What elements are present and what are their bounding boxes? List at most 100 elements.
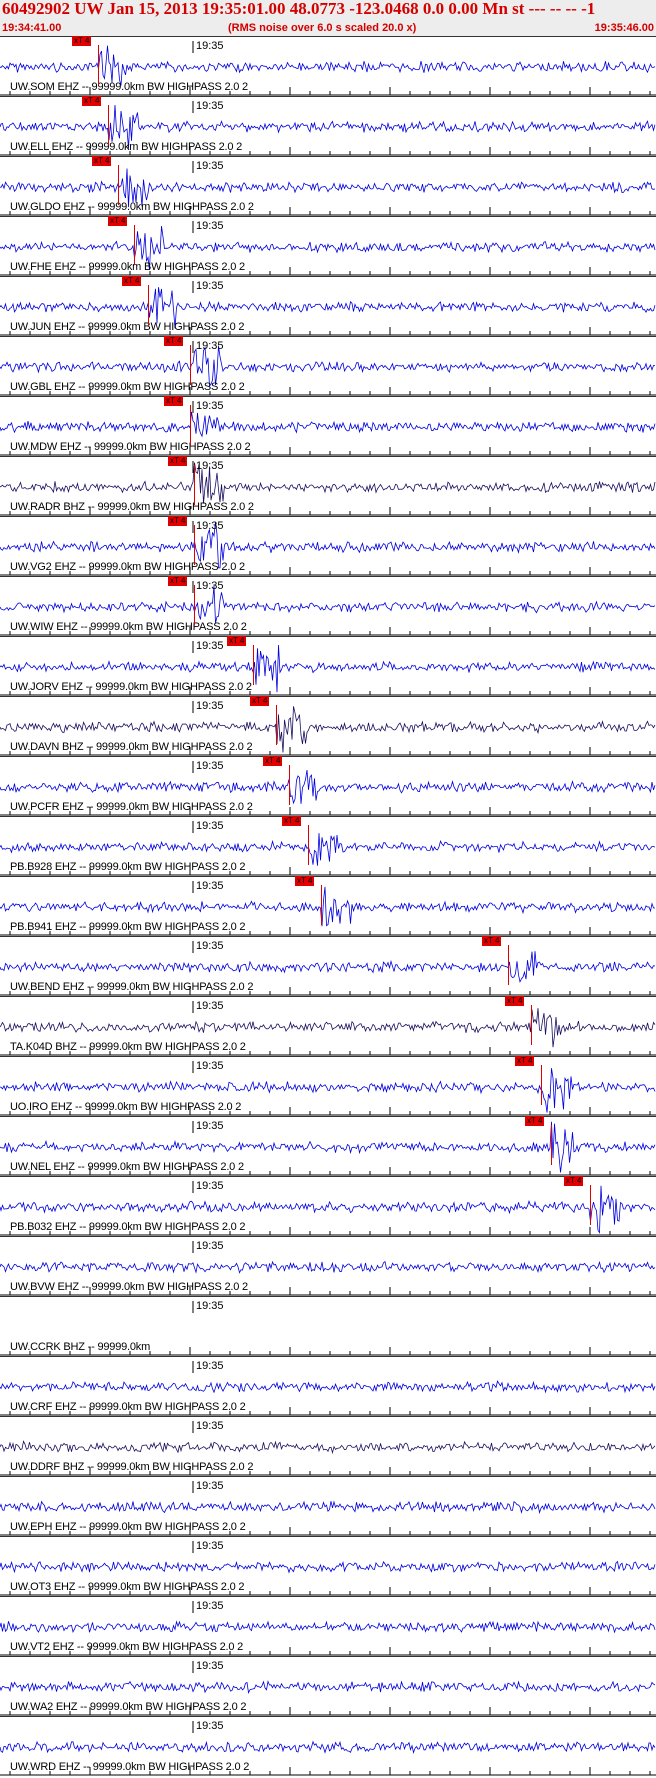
trace-panel: 19:35 UW.BEND EHZ -- 99999.0km BW HIGHPAS… — [0, 936, 656, 996]
trace-panel: 19:35 PB.B941 EHZ -- 99999.0km BW HIGHPAS… — [0, 876, 656, 936]
phase-pick-flag[interactable]: xT 4 — [263, 756, 283, 766]
trace-panel: 19:35 UW.PCFR EHZ -- 99999.0km BW HIGHPAS… — [0, 756, 656, 816]
rms-note: (RMS noise over 6.0 s scaled 20.0 x) — [228, 22, 417, 34]
phase-pick-line — [289, 765, 290, 805]
station-label: UW.DAVN BHZ -- 99999.0km BW HIGHPASS 2.0… — [10, 741, 253, 753]
minute-label: 19:35 — [196, 1240, 224, 1252]
waveform-line — [0, 1500, 656, 1515]
phase-pick-flag[interactable]: xT 4 — [164, 336, 184, 346]
waveform-line — [0, 411, 656, 438]
start-time: 19:34:41.00 — [2, 22, 62, 34]
phase-pick-line — [276, 705, 277, 745]
station-label: UW.FHE EHZ -- 99999.0km BW HIGHPASS 2.0 … — [10, 261, 245, 273]
phase-pick-flag[interactable]: xT 4 — [168, 516, 188, 526]
station-label: UW.VT2 EHZ -- 99999.0km BW HIGHPASS 2.0 … — [10, 1641, 244, 1653]
phase-pick-flag[interactable]: xT 4 — [108, 216, 128, 226]
minute-label: 19:35 — [196, 880, 224, 892]
minute-label: 19:35 — [196, 760, 224, 772]
station-label: UW.SOM EHZ -- 99999.0km BW HIGHPASS 2.0 … — [10, 81, 248, 93]
phase-pick-line — [190, 345, 191, 385]
phase-pick-line — [134, 225, 135, 265]
minute-label: 19:35 — [196, 1420, 224, 1432]
minute-label: 19:35 — [196, 1660, 224, 1672]
phase-pick-flag[interactable]: xT 4 — [482, 936, 502, 946]
minute-label: 19:35 — [196, 700, 224, 712]
station-label: UW.OT3 EHZ -- 99999.0km BW HIGHPASS 2.0 … — [10, 1581, 245, 1593]
station-label: UW.CCRK BHZ -- 99999.0km — [10, 1341, 151, 1353]
station-label: UW.NEL EHZ -- 99999.0km BW HIGHPASS 2.0 … — [10, 1161, 244, 1173]
station-label: UW.BEND EHZ -- 99999.0km BW HIGHPASS 2.0… — [10, 981, 254, 993]
phase-pick-line — [551, 1125, 552, 1165]
waveform-line — [0, 1260, 656, 1274]
trace-panel: 19:35 UW.GLDO EHZ -- 99999.0km BW HIGHPAS… — [0, 156, 656, 216]
phase-pick-line — [253, 645, 254, 685]
trace-panel: 19:35 UW.JORV EHZ -- 99999.0km BW HIGHPAS… — [0, 636, 656, 696]
trace-panel: 19:35 UW.OT3 EHZ -- 99999.0km BW HIGHPASS… — [0, 1536, 656, 1596]
minute-label: 19:35 — [196, 220, 224, 232]
phase-pick-flag[interactable]: xT 4 — [505, 996, 525, 1006]
minute-label: 19:35 — [196, 1540, 224, 1552]
trace-panel: 19:35 UW.WA2 EHZ -- 99999.0km BW HIGHPASS… — [0, 1656, 656, 1716]
phase-pick-flag[interactable]: xT 4 — [515, 1056, 535, 1066]
waveform-line — [0, 1680, 656, 1695]
minute-label: 19:35 — [196, 1720, 224, 1732]
phase-pick-flag[interactable]: xT 4 — [168, 456, 188, 466]
phase-pick-flag[interactable]: xT 4 — [72, 36, 92, 46]
minute-label: 19:35 — [196, 340, 224, 352]
station-label: UW.WIW EHZ -- 99999.0km BW HIGHPASS 2.0 … — [10, 621, 247, 633]
trace-panel: 19:35 UW.VT2 EHZ -- 99999.0km BW HIGHPASS… — [0, 1596, 656, 1656]
trace-panel: 19:35 PB.B032 EHZ -- 99999.0km BW HIGHPAS… — [0, 1176, 656, 1236]
station-label: UW.BVW EHZ -- 99999.0km BW HIGHPASS 2.0 … — [10, 1281, 248, 1293]
minute-label: 19:35 — [196, 1360, 224, 1372]
station-label: PB.B941 EHZ -- 99999.0km BW HIGHPASS 2.0… — [10, 921, 246, 933]
waveform-line — [0, 769, 656, 805]
trace-panel: 19:35 UW.SOM EHZ -- 99999.0km BW HIGHPASS… — [0, 36, 656, 96]
waveform-line — [0, 951, 656, 984]
station-label: UW.EPH EHZ -- 99999.0km BW HIGHPASS 2.0 … — [10, 1521, 246, 1533]
phase-pick-flag[interactable]: xT 4 — [564, 1176, 584, 1186]
phase-pick-line — [148, 285, 149, 325]
trace-panel: 19:35 TA.K04D BHZ -- 99999.0km BW HIGHPAS… — [0, 996, 656, 1056]
minute-label: 19:35 — [196, 1000, 224, 1012]
minute-label: 19:35 — [196, 640, 224, 652]
minute-label: 19:35 — [196, 580, 224, 592]
seismogram-traces: 19:35 UW.SOM EHZ -- 99999.0km BW HIGHPASS… — [0, 36, 656, 1778]
phase-pick-line — [590, 1185, 591, 1225]
event-title: 60492902 UW Jan 15, 2013 19:35:01.00 48.… — [2, 0, 596, 18]
phase-pick-flag[interactable]: xT 4 — [295, 876, 315, 886]
phase-pick-flag[interactable]: xT 4 — [250, 696, 270, 706]
phase-pick-flag[interactable]: xT 4 — [122, 276, 142, 286]
minute-label: 19:35 — [196, 1180, 224, 1192]
phase-pick-flag[interactable]: xT 4 — [168, 576, 188, 586]
trace-panel: 19:35 UW.RADR BHZ -- 99999.0km BW HIGHPAS… — [0, 456, 656, 516]
trace-panel: 19:35 UW.MDW EHZ -- 99999.0km BW HIGHPASS… — [0, 396, 656, 456]
trace-panel: 19:35 UW.WRD EHZ -- 99999.0km BW HIGHPASS… — [0, 1716, 656, 1776]
station-label: UW.DDRF BHZ -- 99999.0km BW HIGHPASS 2.0… — [10, 1461, 254, 1473]
trace-panel: 19:35 UW.EPH EHZ -- 99999.0km BW HIGHPASS… — [0, 1476, 656, 1536]
minute-label: 19:35 — [196, 940, 224, 952]
phase-pick-flag[interactable]: xT 4 — [92, 156, 112, 166]
trace-panel: 19:35 UW.CRF EHZ -- 99999.0km BW HIGHPASS… — [0, 1356, 656, 1416]
minute-label: 19:35 — [196, 40, 224, 52]
trace-panel: 19:35 UW.FHE EHZ -- 99999.0km BW HIGHPASS… — [0, 216, 656, 276]
station-label: TA.K04D BHZ -- 99999.0km BW HIGHPASS 2.0… — [10, 1041, 246, 1053]
minute-label: 19:35 — [196, 1300, 224, 1312]
minute-label: 19:35 — [196, 280, 224, 292]
phase-pick-flag[interactable]: xT 4 — [282, 816, 302, 826]
phase-pick-flag[interactable]: xT 4 — [227, 636, 247, 646]
minute-label: 19:35 — [196, 1120, 224, 1132]
phase-pick-flag[interactable]: xT 4 — [82, 96, 102, 106]
waveform-line — [0, 585, 656, 624]
trace-panel: 19:35 UW.CCRK BHZ -- 99999.0km — [0, 1296, 656, 1356]
trace-panel: 19:35 UO.IRO EHZ -- 99999.0km BW HIGHPASS… — [0, 1056, 656, 1116]
trace-panel: 19:35 UW.ELL EHZ -- 99999.0km BW HIGHPASS… — [0, 96, 656, 156]
trace-panel: 19:35 UW.JUN EHZ -- 99999.0km BW HIGHPASS… — [0, 276, 656, 336]
station-label: UW.PCFR EHZ -- 99999.0km BW HIGHPASS 2.0… — [10, 801, 253, 813]
station-label: UW.ELL EHZ -- 99999.0km BW HIGHPASS 2.0 … — [10, 141, 243, 153]
phase-pick-flag[interactable]: xT 4 — [164, 396, 184, 406]
minute-label: 19:35 — [196, 520, 224, 532]
phase-pick-line — [190, 405, 191, 445]
phase-pick-flag[interactable]: xT 4 — [525, 1116, 545, 1126]
phase-pick-line — [541, 1065, 542, 1105]
waveform-line — [0, 1620, 656, 1634]
